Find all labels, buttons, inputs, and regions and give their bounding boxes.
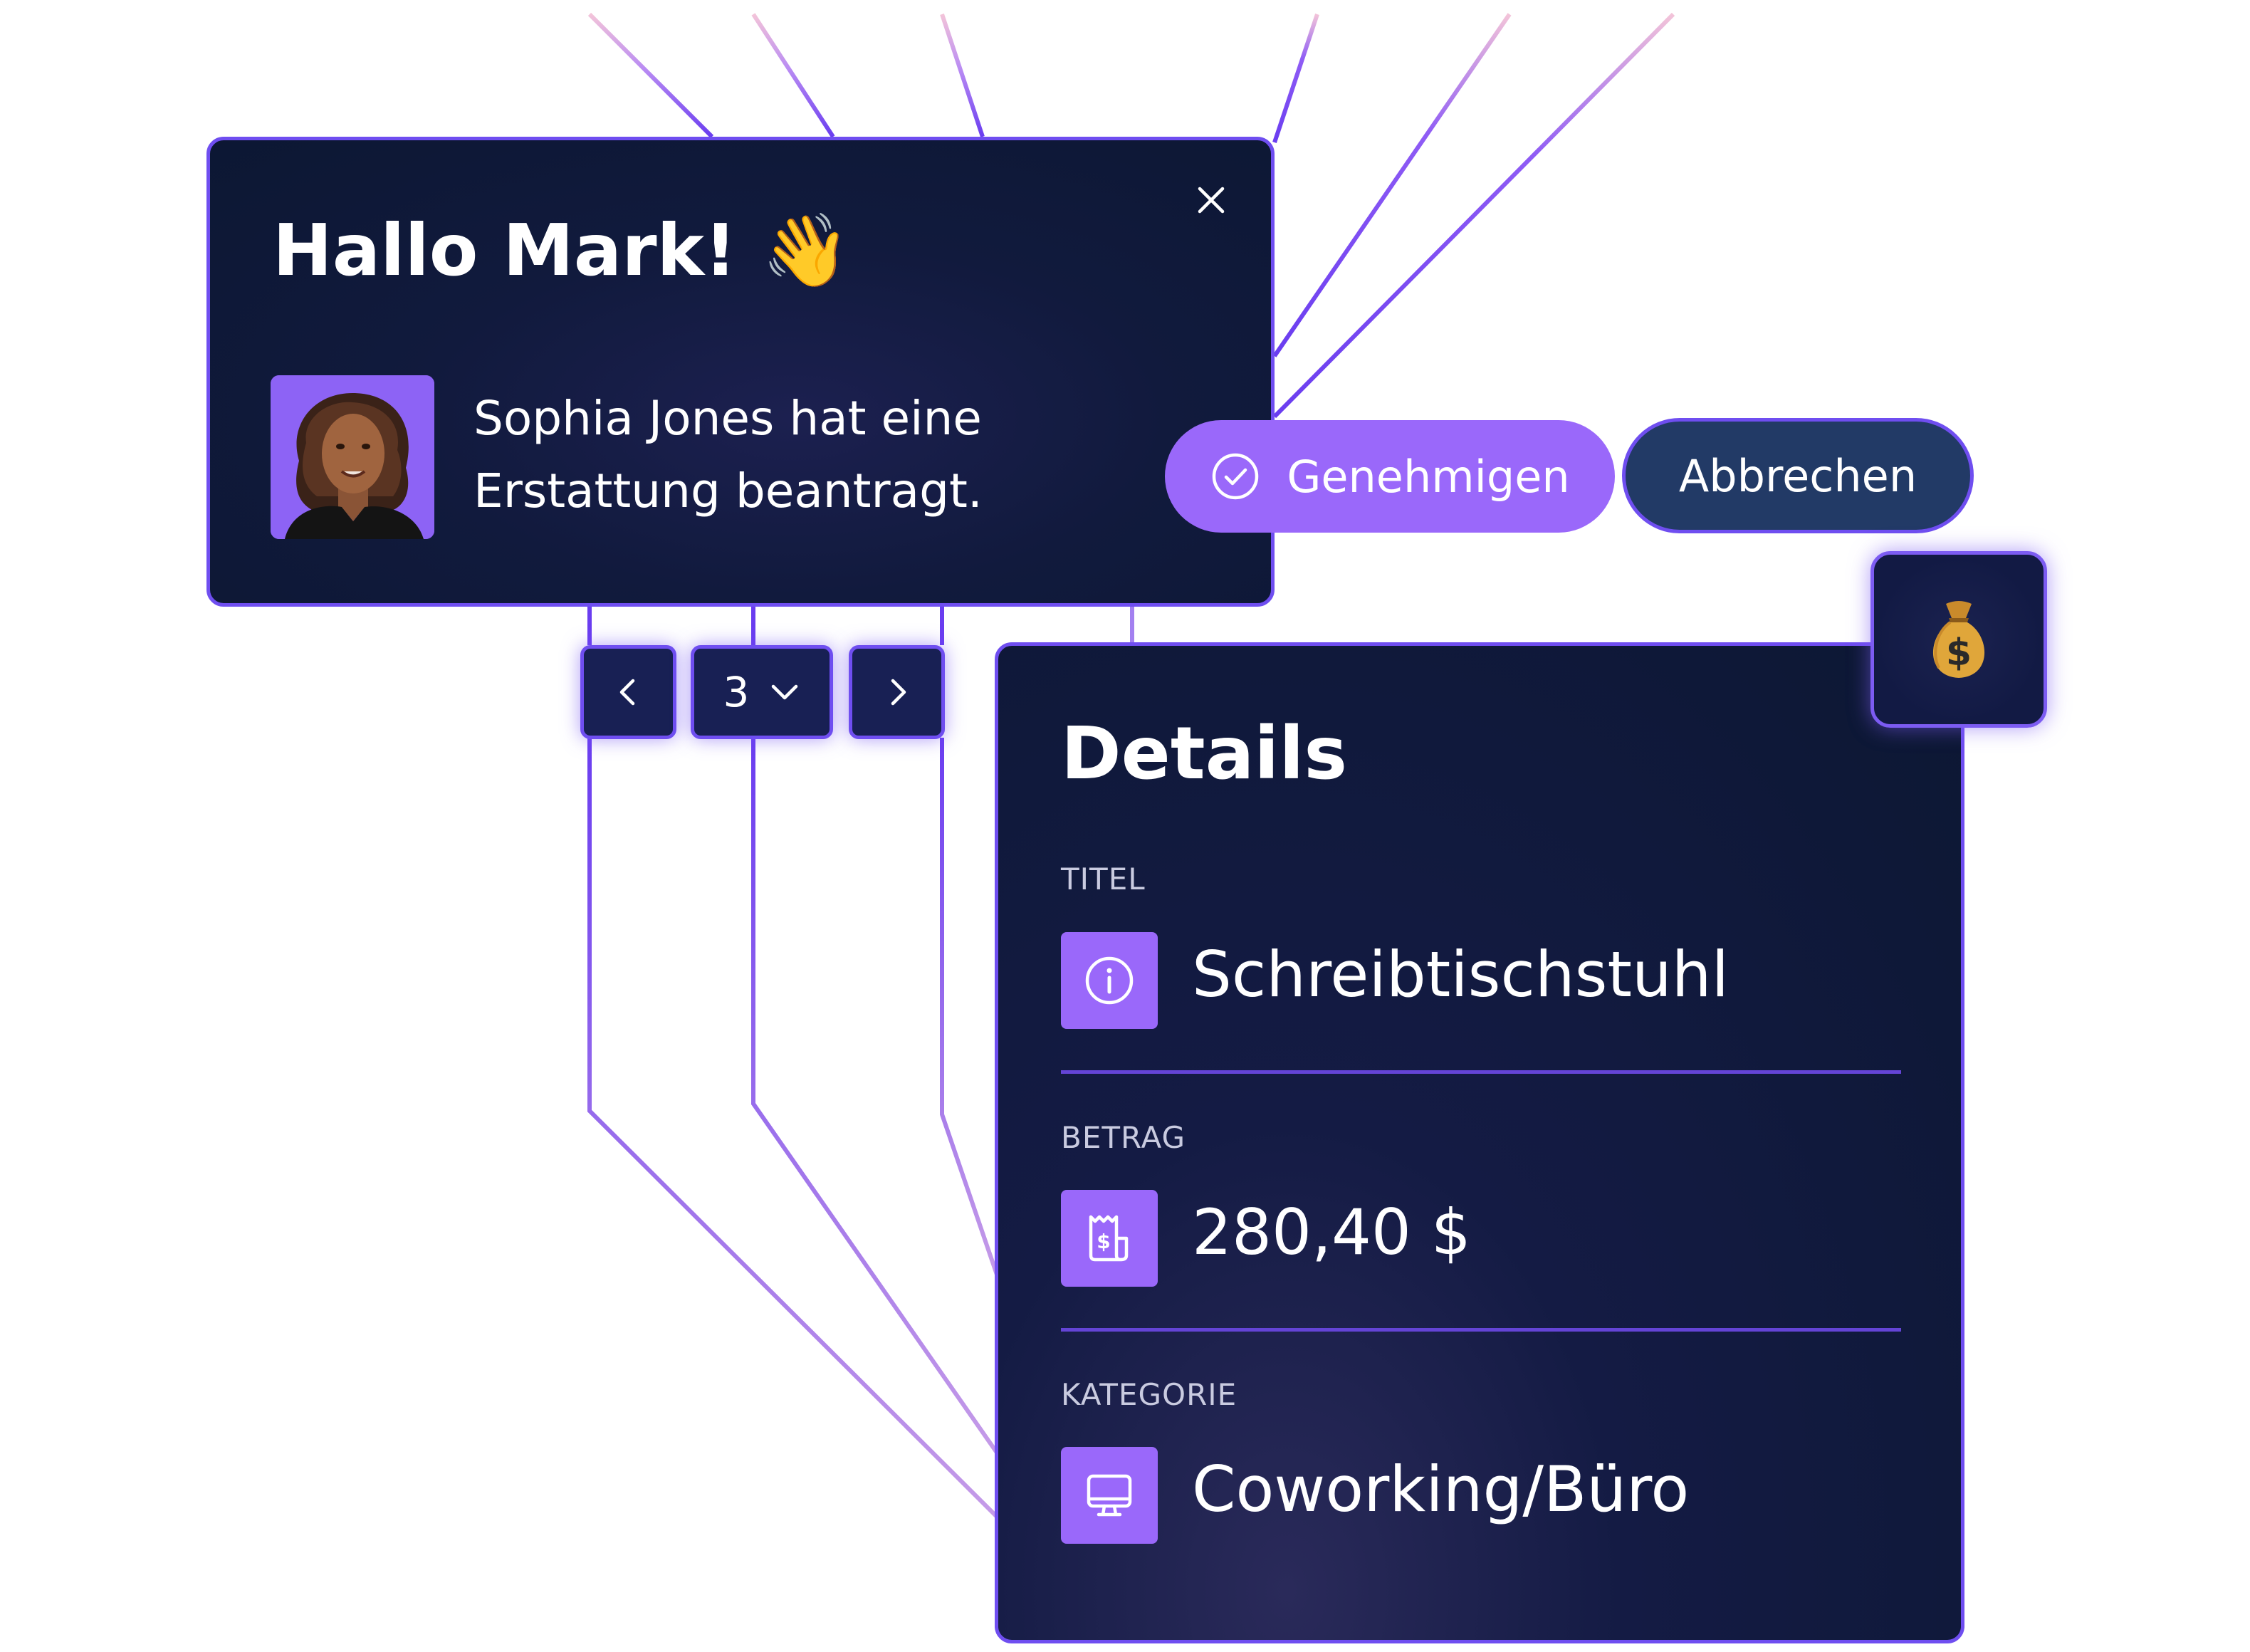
info-icon — [1061, 932, 1158, 1029]
monitor-icon — [1061, 1447, 1158, 1544]
details-title: Details — [1061, 711, 1348, 796]
avatar — [271, 375, 434, 539]
field-value-category: Coworking/Büro — [1192, 1453, 1690, 1526]
approve-button[interactable]: Genehmigen — [1165, 420, 1615, 533]
pager-next-button[interactable] — [849, 645, 945, 739]
current-page: 3 — [723, 668, 750, 716]
details-card: Details TITEL Schreibtischstuhl BETRAG $… — [995, 642, 1964, 1643]
chevron-right-icon — [891, 679, 906, 706]
waving-hand-icon: 👋 — [761, 209, 851, 292]
page-select[interactable]: 3 — [691, 645, 833, 739]
notification-message: Sophia Jones hat eine Erstattung beantra… — [473, 391, 983, 518]
cancel-label: Abbrechen — [1678, 449, 1917, 502]
chevron-left-icon — [619, 679, 634, 706]
receipt-dollar-icon: $ — [1061, 1190, 1158, 1287]
approve-label: Genehmigen — [1287, 450, 1570, 503]
cancel-button[interactable]: Abbrechen — [1622, 418, 1974, 533]
pager-prev-button[interactable] — [580, 645, 676, 739]
field-value-amount: 280,40 $ — [1192, 1196, 1471, 1269]
field-label-title: TITEL — [1061, 862, 1146, 896]
money-bag-icon: $ — [1870, 551, 2047, 728]
field-label-category: KATEGORIE — [1061, 1377, 1238, 1412]
check-circle-icon — [1213, 453, 1259, 500]
field-value-title: Schreibtischstuhl — [1192, 938, 1730, 1011]
greeting-text: Hallo Mark! — [273, 209, 737, 292]
chevron-down-icon — [772, 684, 798, 700]
divider — [1061, 1328, 1901, 1332]
close-icon[interactable] — [1194, 183, 1228, 217]
divider — [1061, 1070, 1901, 1074]
notification-card: Hallo Mark! 👋 Sophia Jones hat eine Erst… — [206, 137, 1275, 607]
svg-text:$: $ — [1946, 632, 1972, 674]
svg-text:$: $ — [1097, 1230, 1110, 1253]
field-label-amount: BETRAG — [1061, 1120, 1186, 1155]
greeting-heading: Hallo Mark! 👋 — [273, 209, 850, 293]
